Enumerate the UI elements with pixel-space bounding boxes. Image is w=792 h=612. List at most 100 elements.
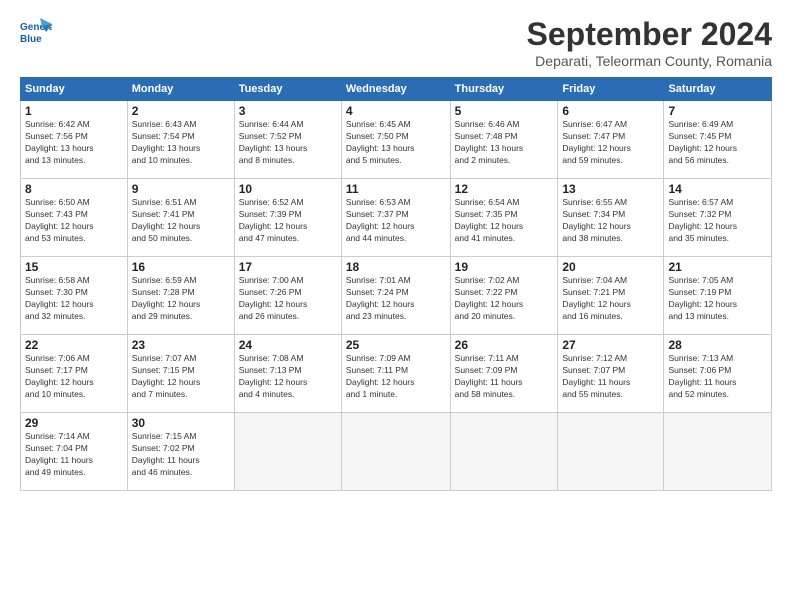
table-cell: 18Sunrise: 7:01 AM Sunset: 7:24 PM Dayli…	[341, 257, 450, 335]
table-cell: 29Sunrise: 7:14 AM Sunset: 7:04 PM Dayli…	[21, 413, 128, 491]
table-cell: 13Sunrise: 6:55 AM Sunset: 7:34 PM Dayli…	[558, 179, 664, 257]
table-cell: 25Sunrise: 7:09 AM Sunset: 7:11 PM Dayli…	[341, 335, 450, 413]
day-info: Sunrise: 6:47 AM Sunset: 7:47 PM Dayligh…	[562, 119, 659, 167]
day-number: 7	[668, 104, 767, 118]
table-cell: 11Sunrise: 6:53 AM Sunset: 7:37 PM Dayli…	[341, 179, 450, 257]
day-info: Sunrise: 6:44 AM Sunset: 7:52 PM Dayligh…	[239, 119, 337, 167]
table-cell: 26Sunrise: 7:11 AM Sunset: 7:09 PM Dayli…	[450, 335, 558, 413]
table-cell	[664, 413, 772, 491]
table-cell: 17Sunrise: 7:00 AM Sunset: 7:26 PM Dayli…	[234, 257, 341, 335]
table-cell: 12Sunrise: 6:54 AM Sunset: 7:35 PM Dayli…	[450, 179, 558, 257]
col-tuesday: Tuesday	[234, 78, 341, 101]
page-subtitle: Deparati, Teleorman County, Romania	[527, 53, 772, 69]
day-number: 10	[239, 182, 337, 196]
table-cell: 2Sunrise: 6:43 AM Sunset: 7:54 PM Daylig…	[127, 101, 234, 179]
title-area: September 2024 Deparati, Teleorman Count…	[527, 16, 772, 69]
day-number: 13	[562, 182, 659, 196]
day-info: Sunrise: 7:14 AM Sunset: 7:04 PM Dayligh…	[25, 431, 123, 479]
day-number: 6	[562, 104, 659, 118]
day-info: Sunrise: 6:58 AM Sunset: 7:30 PM Dayligh…	[25, 275, 123, 323]
day-number: 16	[132, 260, 230, 274]
day-number: 19	[455, 260, 554, 274]
header-row: Sunday Monday Tuesday Wednesday Thursday…	[21, 78, 772, 101]
day-info: Sunrise: 6:49 AM Sunset: 7:45 PM Dayligh…	[668, 119, 767, 167]
table-cell: 20Sunrise: 7:04 AM Sunset: 7:21 PM Dayli…	[558, 257, 664, 335]
day-number: 22	[25, 338, 123, 352]
table-cell: 3Sunrise: 6:44 AM Sunset: 7:52 PM Daylig…	[234, 101, 341, 179]
table-cell: 14Sunrise: 6:57 AM Sunset: 7:32 PM Dayli…	[664, 179, 772, 257]
day-info: Sunrise: 6:53 AM Sunset: 7:37 PM Dayligh…	[346, 197, 446, 245]
day-number: 23	[132, 338, 230, 352]
table-cell: 30Sunrise: 7:15 AM Sunset: 7:02 PM Dayli…	[127, 413, 234, 491]
logo: General Blue	[20, 16, 52, 44]
day-info: Sunrise: 6:45 AM Sunset: 7:50 PM Dayligh…	[346, 119, 446, 167]
day-info: Sunrise: 7:06 AM Sunset: 7:17 PM Dayligh…	[25, 353, 123, 401]
table-cell	[341, 413, 450, 491]
table-cell	[450, 413, 558, 491]
table-cell: 28Sunrise: 7:13 AM Sunset: 7:06 PM Dayli…	[664, 335, 772, 413]
day-number: 18	[346, 260, 446, 274]
col-wednesday: Wednesday	[341, 78, 450, 101]
table-cell: 7Sunrise: 6:49 AM Sunset: 7:45 PM Daylig…	[664, 101, 772, 179]
table-cell: 1Sunrise: 6:42 AM Sunset: 7:56 PM Daylig…	[21, 101, 128, 179]
day-info: Sunrise: 7:05 AM Sunset: 7:19 PM Dayligh…	[668, 275, 767, 323]
day-number: 17	[239, 260, 337, 274]
day-info: Sunrise: 7:01 AM Sunset: 7:24 PM Dayligh…	[346, 275, 446, 323]
table-cell: 21Sunrise: 7:05 AM Sunset: 7:19 PM Dayli…	[664, 257, 772, 335]
day-info: Sunrise: 6:50 AM Sunset: 7:43 PM Dayligh…	[25, 197, 123, 245]
col-thursday: Thursday	[450, 78, 558, 101]
day-number: 27	[562, 338, 659, 352]
day-number: 5	[455, 104, 554, 118]
day-number: 14	[668, 182, 767, 196]
table-row: 22Sunrise: 7:06 AM Sunset: 7:17 PM Dayli…	[21, 335, 772, 413]
table-cell: 6Sunrise: 6:47 AM Sunset: 7:47 PM Daylig…	[558, 101, 664, 179]
table-row: 29Sunrise: 7:14 AM Sunset: 7:04 PM Dayli…	[21, 413, 772, 491]
day-info: Sunrise: 6:52 AM Sunset: 7:39 PM Dayligh…	[239, 197, 337, 245]
calendar-table: Sunday Monday Tuesday Wednesday Thursday…	[20, 77, 772, 491]
day-info: Sunrise: 7:02 AM Sunset: 7:22 PM Dayligh…	[455, 275, 554, 323]
day-number: 25	[346, 338, 446, 352]
day-number: 8	[25, 182, 123, 196]
day-info: Sunrise: 6:54 AM Sunset: 7:35 PM Dayligh…	[455, 197, 554, 245]
svg-text:Blue: Blue	[20, 34, 42, 44]
table-cell: 27Sunrise: 7:12 AM Sunset: 7:07 PM Dayli…	[558, 335, 664, 413]
col-saturday: Saturday	[664, 78, 772, 101]
day-number: 29	[25, 416, 123, 430]
day-number: 12	[455, 182, 554, 196]
day-number: 20	[562, 260, 659, 274]
day-number: 1	[25, 104, 123, 118]
table-cell: 22Sunrise: 7:06 AM Sunset: 7:17 PM Dayli…	[21, 335, 128, 413]
day-info: Sunrise: 7:07 AM Sunset: 7:15 PM Dayligh…	[132, 353, 230, 401]
day-info: Sunrise: 7:13 AM Sunset: 7:06 PM Dayligh…	[668, 353, 767, 401]
day-number: 3	[239, 104, 337, 118]
table-row: 1Sunrise: 6:42 AM Sunset: 7:56 PM Daylig…	[21, 101, 772, 179]
table-cell	[558, 413, 664, 491]
table-cell: 9Sunrise: 6:51 AM Sunset: 7:41 PM Daylig…	[127, 179, 234, 257]
day-number: 15	[25, 260, 123, 274]
day-number: 9	[132, 182, 230, 196]
col-friday: Friday	[558, 78, 664, 101]
table-row: 15Sunrise: 6:58 AM Sunset: 7:30 PM Dayli…	[21, 257, 772, 335]
day-number: 4	[346, 104, 446, 118]
logo-icon: General Blue	[20, 16, 52, 44]
day-number: 11	[346, 182, 446, 196]
table-cell: 24Sunrise: 7:08 AM Sunset: 7:13 PM Dayli…	[234, 335, 341, 413]
day-number: 2	[132, 104, 230, 118]
table-cell: 5Sunrise: 6:46 AM Sunset: 7:48 PM Daylig…	[450, 101, 558, 179]
day-number: 26	[455, 338, 554, 352]
table-cell: 8Sunrise: 6:50 AM Sunset: 7:43 PM Daylig…	[21, 179, 128, 257]
table-cell	[234, 413, 341, 491]
day-info: Sunrise: 6:59 AM Sunset: 7:28 PM Dayligh…	[132, 275, 230, 323]
day-info: Sunrise: 7:12 AM Sunset: 7:07 PM Dayligh…	[562, 353, 659, 401]
page-title: September 2024	[527, 16, 772, 53]
day-info: Sunrise: 6:43 AM Sunset: 7:54 PM Dayligh…	[132, 119, 230, 167]
day-info: Sunrise: 7:04 AM Sunset: 7:21 PM Dayligh…	[562, 275, 659, 323]
table-cell: 10Sunrise: 6:52 AM Sunset: 7:39 PM Dayli…	[234, 179, 341, 257]
day-info: Sunrise: 7:00 AM Sunset: 7:26 PM Dayligh…	[239, 275, 337, 323]
table-cell: 19Sunrise: 7:02 AM Sunset: 7:22 PM Dayli…	[450, 257, 558, 335]
table-cell: 23Sunrise: 7:07 AM Sunset: 7:15 PM Dayli…	[127, 335, 234, 413]
day-info: Sunrise: 7:08 AM Sunset: 7:13 PM Dayligh…	[239, 353, 337, 401]
col-sunday: Sunday	[21, 78, 128, 101]
table-cell: 15Sunrise: 6:58 AM Sunset: 7:30 PM Dayli…	[21, 257, 128, 335]
day-info: Sunrise: 6:42 AM Sunset: 7:56 PM Dayligh…	[25, 119, 123, 167]
